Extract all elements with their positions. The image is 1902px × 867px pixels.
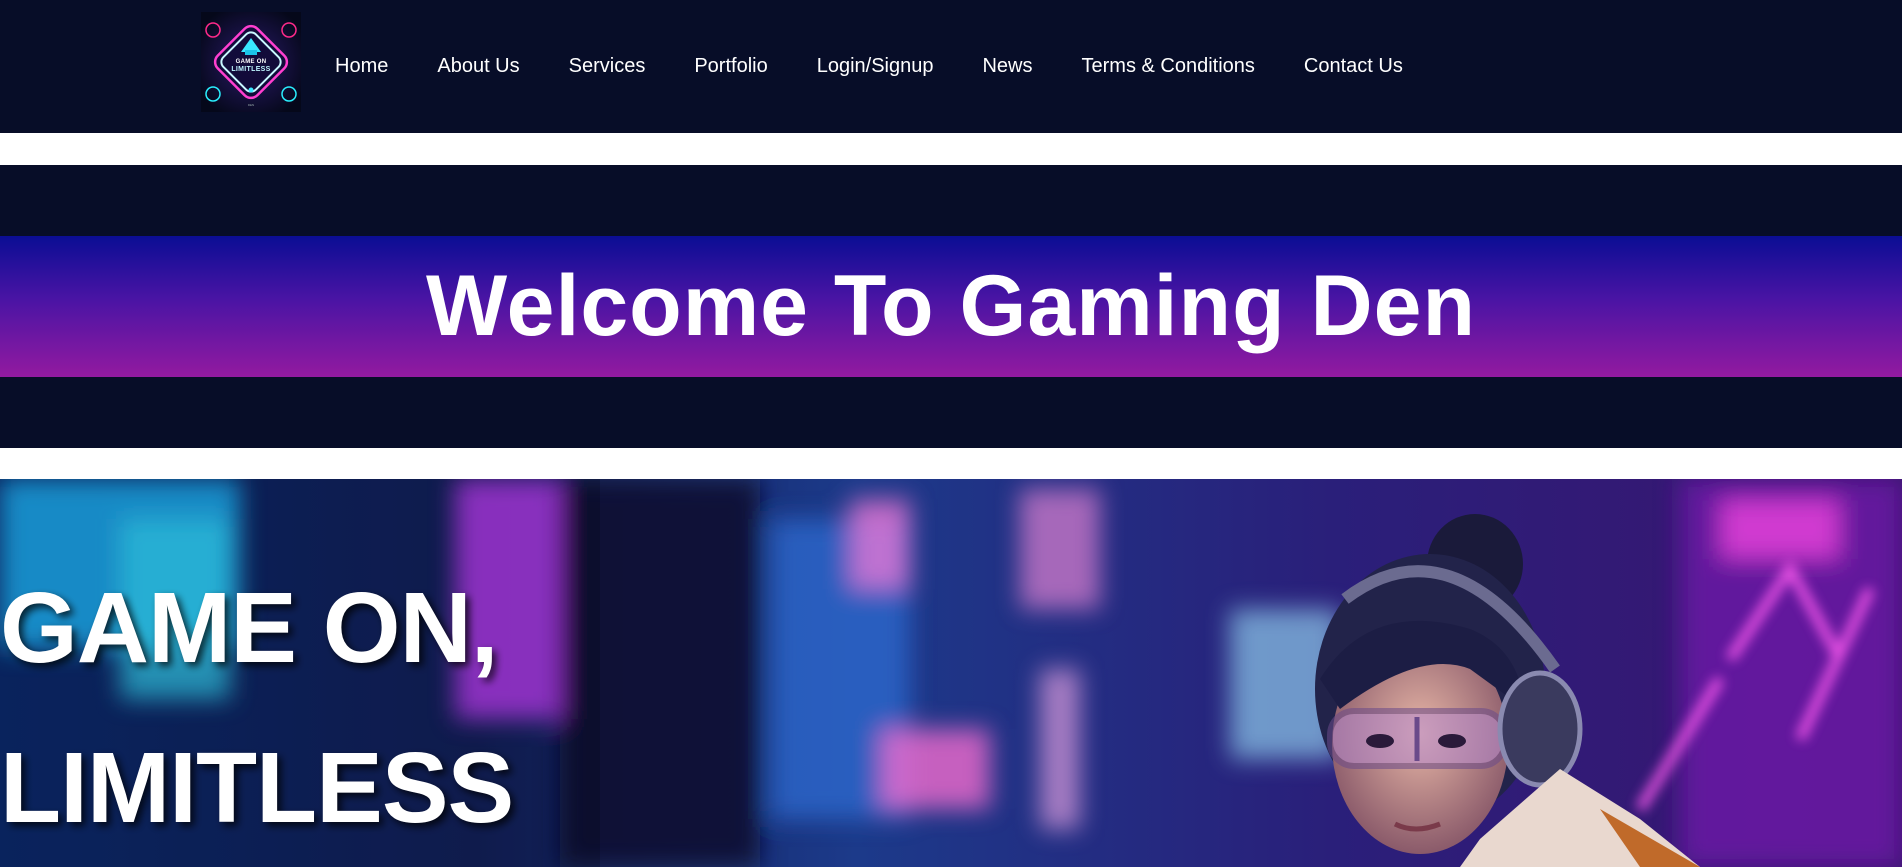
logo-text-line-3: DEN [247,103,255,107]
welcome-title: Welcome To Gaming Den [426,258,1476,354]
hero-section: GAME ON, LIMITLESS [0,479,1902,867]
nav-link-terms-conditions[interactable]: Terms & Conditions [1082,54,1255,78]
main-nav: Home About Us Services Portfolio Login/S… [335,54,1452,78]
section-spacer [0,448,1902,479]
hero-title-line-2: LIMITLESS [0,732,514,844]
nav-link-services[interactable]: Services [569,54,646,78]
section-spacer [0,133,1902,165]
site-header: GAME ON LIMITLESS DEN Home About Us Serv… [0,0,1902,133]
logo-text-line-2: LIMITLESS [231,66,271,73]
hero-title-line-1: GAME ON, [0,572,499,684]
welcome-banner: Welcome To Gaming Den [0,236,1902,377]
nav-link-contact-us[interactable]: Contact Us [1304,54,1403,78]
nav-link-home[interactable]: Home [335,54,388,78]
nav-link-news[interactable]: News [982,54,1032,78]
site-logo[interactable]: GAME ON LIMITLESS DEN [201,12,301,112]
nav-link-portfolio[interactable]: Portfolio [694,54,767,78]
nav-link-about-us[interactable]: About Us [437,54,519,78]
welcome-section: Welcome To Gaming Den [0,165,1902,448]
nav-link-login-signup[interactable]: Login/Signup [817,54,934,78]
logo-text-line-1: GAME ON [235,59,267,65]
